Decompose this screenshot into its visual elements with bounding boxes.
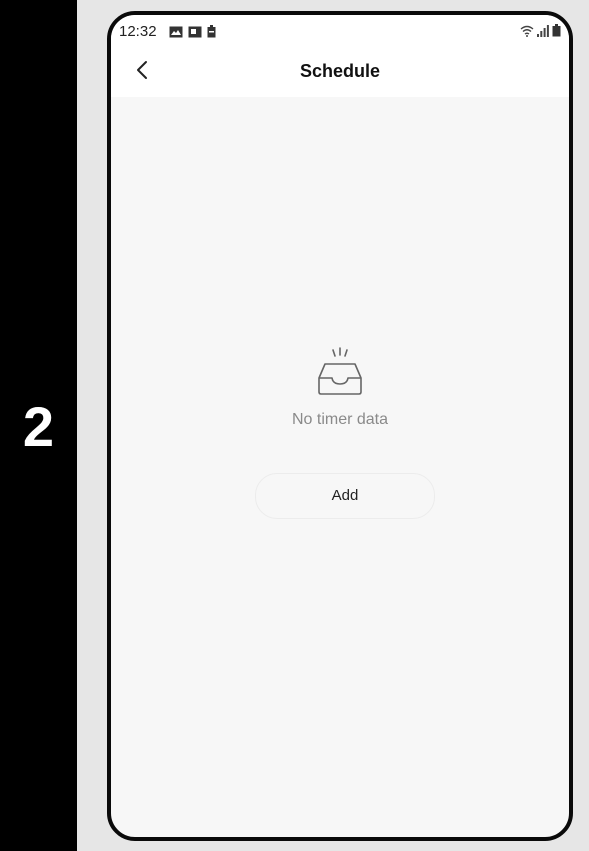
status-time: 12:32 bbox=[119, 23, 157, 40]
app-header: Schedule bbox=[111, 51, 569, 97]
empty-state-message: No timer data bbox=[291, 411, 389, 428]
status-icons-left bbox=[169, 25, 216, 43]
empty-state: No timer data bbox=[111, 345, 569, 429]
wifi-icon bbox=[520, 24, 534, 42]
status-bar: 12:32 bbox=[111, 15, 569, 51]
signal-icon bbox=[537, 24, 549, 42]
battery-saver-icon bbox=[207, 25, 216, 43]
phone-frame: 12:32 Schedule No timer data Add bbox=[107, 11, 573, 841]
status-icons-right bbox=[520, 24, 561, 42]
battery-icon bbox=[552, 24, 561, 42]
add-button[interactable]: Add bbox=[255, 473, 435, 519]
image-icon bbox=[169, 25, 183, 43]
page-title: Schedule bbox=[299, 61, 381, 81]
left-step-band: 2 bbox=[0, 0, 77, 851]
empty-inbox-icon bbox=[313, 345, 367, 401]
picture-frame-icon bbox=[188, 25, 202, 43]
step-number: 2 bbox=[22, 395, 55, 458]
